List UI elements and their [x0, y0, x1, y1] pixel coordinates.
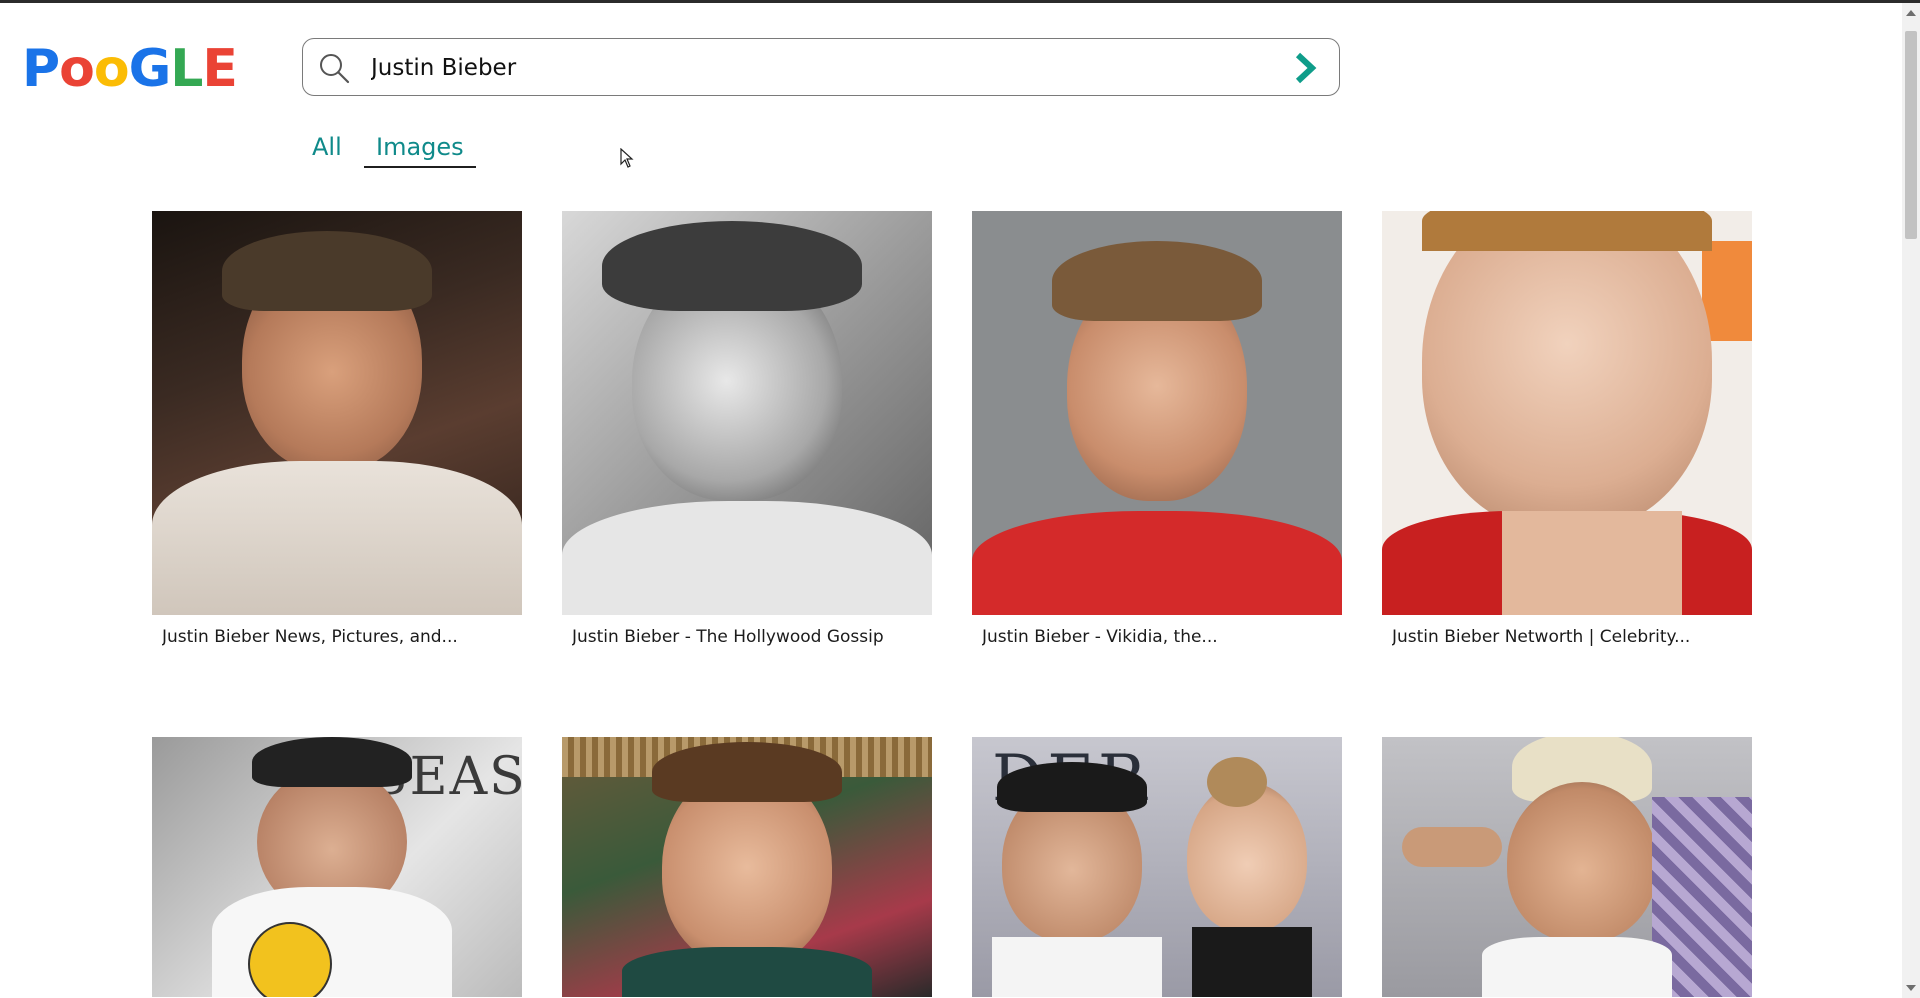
result-image[interactable] — [562, 211, 932, 615]
scroll-up-arrow-icon[interactable] — [1906, 10, 1916, 16]
result-image[interactable] — [972, 211, 1342, 615]
mouse-cursor-icon — [620, 148, 634, 168]
search-input[interactable] — [371, 39, 1231, 97]
result-image[interactable] — [1382, 211, 1752, 615]
image-result-card[interactable] — [562, 737, 932, 997]
result-caption[interactable]: Justin Bieber - Vikidia, the... — [982, 627, 1352, 647]
logo-letter: o — [59, 39, 95, 99]
image-result-card[interactable]: DER — [972, 737, 1342, 997]
vertical-scrollbar[interactable] — [1902, 3, 1920, 998]
logo-letter: L — [170, 39, 203, 99]
logo-letter: P — [22, 39, 60, 99]
image-result-card[interactable]: Justin Bieber - Vikidia, the... — [972, 211, 1342, 647]
logo-letter: G — [128, 39, 172, 99]
image-result-card[interactable] — [1382, 737, 1752, 997]
result-image[interactable] — [562, 737, 932, 997]
result-image[interactable]: SEAS — [152, 737, 522, 997]
logo-letter: E — [202, 39, 238, 99]
top-strip — [0, 0, 1920, 3]
image-result-card[interactable]: Justin Bieber News, Pictures, and... — [152, 211, 522, 647]
result-caption[interactable]: Justin Bieber - The Hollywood Gossip — [572, 627, 942, 647]
result-caption[interactable]: Justin Bieber News, Pictures, and... — [162, 627, 532, 647]
tab-images[interactable]: Images — [364, 130, 476, 168]
scrollbar-thumb[interactable] — [1905, 31, 1917, 239]
chevron-right-icon[interactable] — [1289, 52, 1321, 84]
image-result-card[interactable]: Justin Bieber - The Hollywood Gossip — [562, 211, 932, 647]
result-image[interactable] — [152, 211, 522, 615]
search-box[interactable] — [302, 38, 1340, 97]
logo[interactable]: PooGLE — [22, 38, 238, 100]
image-result-card[interactable]: SEAS — [152, 737, 522, 997]
tab-all[interactable]: All — [312, 130, 342, 166]
image-result-card[interactable]: Justin Bieber Networth | Celebrity... — [1382, 211, 1752, 647]
scroll-down-arrow-icon[interactable] — [1906, 985, 1916, 991]
search-icon[interactable] — [317, 51, 351, 85]
result-image[interactable]: DER — [972, 737, 1342, 997]
result-caption[interactable]: Justin Bieber Networth | Celebrity... — [1392, 627, 1762, 647]
result-image[interactable] — [1382, 737, 1752, 997]
logo-letter: o — [93, 39, 130, 99]
